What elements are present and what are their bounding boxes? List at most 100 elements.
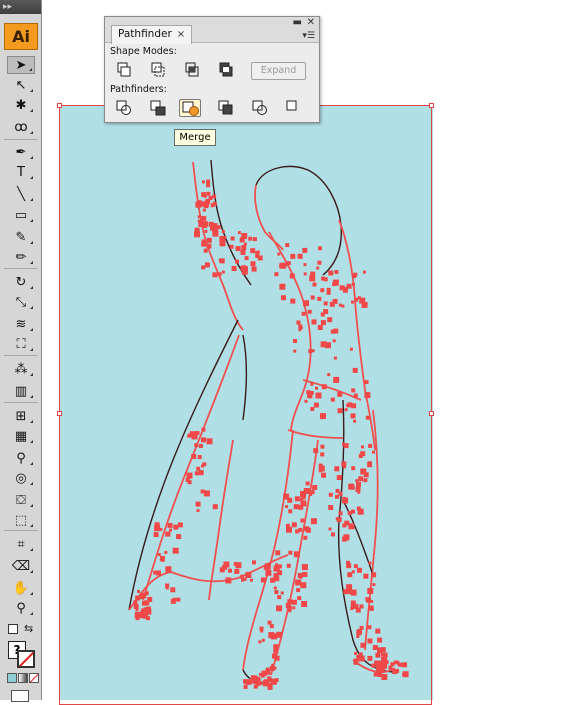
anchor-point[interactable] bbox=[333, 356, 337, 360]
anchor-point[interactable] bbox=[208, 221, 214, 227]
anchor-point[interactable] bbox=[296, 588, 301, 593]
none-mode-button[interactable] bbox=[29, 673, 39, 683]
anchor-point[interactable] bbox=[379, 673, 383, 677]
anchor-point[interactable] bbox=[351, 570, 355, 574]
anchor-point[interactable] bbox=[165, 531, 171, 537]
color-mode-button[interactable] bbox=[7, 673, 17, 683]
eyedropper-tool[interactable]: ⚲ bbox=[7, 449, 35, 467]
slice-tool[interactable]: ⌗ bbox=[7, 535, 35, 553]
anchor-point[interactable] bbox=[269, 624, 274, 629]
anchor-point[interactable] bbox=[362, 270, 366, 274]
anchor-point[interactable] bbox=[201, 265, 206, 270]
anchor-point[interactable] bbox=[320, 320, 326, 326]
eraser-tool[interactable]: ⌫ bbox=[7, 557, 35, 575]
crop-button[interactable] bbox=[215, 99, 237, 117]
anchor-point[interactable] bbox=[204, 262, 210, 268]
anchor-point[interactable] bbox=[243, 242, 247, 246]
anchor-point[interactable] bbox=[231, 266, 237, 271]
divide-button[interactable] bbox=[113, 99, 135, 117]
anchor-point[interactable] bbox=[318, 469, 322, 473]
anchor-point[interactable] bbox=[261, 671, 267, 677]
anchor-point[interactable] bbox=[273, 648, 279, 654]
anchor-point[interactable] bbox=[337, 408, 343, 414]
anchor-point[interactable] bbox=[353, 419, 357, 423]
anchor-point[interactable] bbox=[375, 628, 381, 634]
anchor-point[interactable] bbox=[302, 247, 308, 253]
anchor-point[interactable] bbox=[230, 236, 235, 241]
figure-path[interactable] bbox=[192, 161, 244, 331]
magic-wand-tool[interactable]: ✱ bbox=[7, 96, 35, 114]
anchor-point[interactable] bbox=[201, 215, 207, 221]
minus-back-button[interactable] bbox=[283, 99, 305, 117]
anchor-point[interactable] bbox=[380, 647, 386, 653]
anchor-point[interactable] bbox=[347, 572, 353, 578]
anchor-point[interactable] bbox=[290, 298, 296, 304]
swap-colors-icon[interactable]: ⇆ bbox=[24, 622, 33, 635]
anchor-point[interactable] bbox=[346, 283, 352, 289]
anchor-point[interactable] bbox=[288, 509, 293, 514]
anchor-point[interactable] bbox=[347, 511, 352, 515]
gradient-mode-button[interactable] bbox=[18, 673, 28, 683]
anchor-point[interactable] bbox=[293, 349, 297, 353]
anchor-point[interactable] bbox=[285, 505, 289, 509]
anchor-point[interactable] bbox=[354, 651, 358, 655]
anchor-point[interactable] bbox=[359, 625, 364, 630]
anchor-point[interactable] bbox=[295, 579, 302, 586]
anchor-point[interactable] bbox=[310, 407, 315, 411]
anchor-point[interactable] bbox=[361, 445, 364, 449]
anchor-point[interactable] bbox=[396, 670, 400, 673]
stroke-swatch[interactable] bbox=[17, 650, 35, 668]
intersect-button[interactable] bbox=[181, 61, 203, 79]
anchor-point[interactable] bbox=[313, 402, 319, 408]
merge-button[interactable] bbox=[179, 99, 201, 117]
anchor-point[interactable] bbox=[341, 461, 347, 467]
line-tool[interactable]: ╲ bbox=[7, 185, 35, 203]
anchor-point[interactable] bbox=[330, 397, 335, 402]
anchor-point[interactable] bbox=[212, 194, 217, 199]
anchor-point[interactable] bbox=[373, 672, 378, 677]
anchor-point[interactable] bbox=[335, 517, 339, 521]
close-panel-icon[interactable]: ✕ bbox=[307, 18, 315, 28]
anchor-point[interactable] bbox=[349, 347, 353, 351]
anchor-point[interactable] bbox=[320, 444, 325, 449]
anchor-point[interactable] bbox=[194, 230, 199, 235]
anchor-point[interactable] bbox=[165, 586, 169, 590]
anchor-point[interactable] bbox=[303, 272, 307, 276]
anchor-point[interactable] bbox=[206, 179, 211, 184]
anchor-point[interactable] bbox=[297, 253, 303, 259]
anchor-point[interactable] bbox=[333, 328, 339, 334]
anchor-point[interactable] bbox=[301, 495, 306, 500]
anchor-point[interactable] bbox=[286, 526, 292, 533]
anchor-point[interactable] bbox=[212, 272, 218, 278]
anchor-point[interactable] bbox=[286, 261, 291, 266]
anchor-point[interactable] bbox=[342, 496, 346, 500]
anchor-point[interactable] bbox=[195, 501, 201, 507]
anchor-point[interactable] bbox=[365, 597, 370, 602]
anchor-point[interactable] bbox=[177, 522, 183, 528]
anchor-point[interactable] bbox=[375, 652, 381, 658]
anchor-point[interactable] bbox=[203, 490, 210, 497]
anchor-point[interactable] bbox=[172, 547, 179, 554]
anchor-point[interactable] bbox=[310, 490, 315, 495]
anchor-point[interactable] bbox=[267, 684, 273, 690]
anchor-point[interactable] bbox=[252, 560, 256, 565]
free-transform-tool[interactable]: ⛶ bbox=[7, 335, 35, 353]
anchor-point[interactable] bbox=[196, 466, 201, 471]
anchor-point[interactable] bbox=[277, 595, 282, 600]
column-graph-tool[interactable]: ▥ bbox=[7, 382, 35, 400]
anchor-point[interactable] bbox=[381, 662, 388, 669]
anchor-point[interactable] bbox=[289, 273, 295, 279]
anchor-point[interactable] bbox=[139, 596, 143, 600]
anchor-point[interactable] bbox=[250, 261, 256, 267]
anchor-point[interactable] bbox=[286, 563, 291, 568]
pen-tool[interactable]: ✒ bbox=[7, 143, 35, 161]
anchor-point[interactable] bbox=[300, 500, 307, 507]
anchor-point[interactable] bbox=[206, 183, 211, 188]
anchor-point[interactable] bbox=[251, 266, 257, 272]
anchor-point[interactable] bbox=[167, 522, 173, 528]
anchor-point[interactable] bbox=[303, 300, 309, 307]
anchor-point[interactable] bbox=[198, 444, 203, 448]
anchor-point[interactable] bbox=[311, 319, 317, 325]
anchor-point[interactable] bbox=[302, 572, 308, 577]
anchor-point[interactable] bbox=[196, 509, 200, 513]
